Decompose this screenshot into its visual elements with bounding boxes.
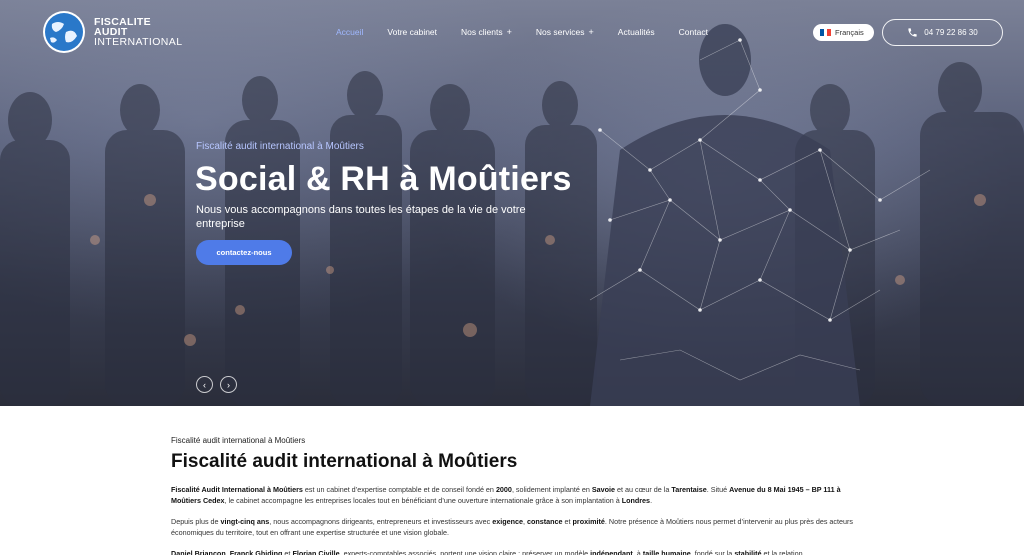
- text-run: est un cabinet d’expertise comptable et …: [302, 485, 496, 494]
- phone-button[interactable]: 04 79 22 86 30: [882, 19, 1003, 46]
- plus-icon: +: [506, 27, 512, 37]
- section-title: Fiscalité audit international à Moûtiers: [171, 451, 518, 472]
- nav-item-label: Accueil: [336, 27, 364, 37]
- bold-run: constance: [526, 517, 563, 526]
- globe-icon: [43, 11, 85, 53]
- bold-run: Daniel Briancon: [171, 549, 226, 555]
- nav-item-nos-services[interactable]: Nos services +: [536, 27, 594, 37]
- bold-run: taille humaine: [642, 549, 691, 555]
- intro-paragraph-1: Fiscalité Audit International à Moûtiers…: [171, 484, 871, 506]
- nav-item-label: Nos clients: [461, 27, 503, 37]
- nav-item-label: Votre cabinet: [387, 27, 438, 37]
- bold-run: Tarentaise: [671, 485, 707, 494]
- phone-number: 04 79 22 86 30: [924, 28, 978, 37]
- nav-item-actualites[interactable]: Actualités: [618, 27, 655, 37]
- bold-run: Franck Ghiding: [229, 549, 283, 555]
- text-run: , fondé sur la: [690, 549, 735, 555]
- hero-kicker: Fiscalité audit international à Moûtiers: [196, 141, 364, 152]
- bold-run: Savoie: [591, 485, 616, 494]
- bold-run: 2000: [495, 485, 512, 494]
- text-run: .: [650, 496, 653, 505]
- text-run: , le cabinet accompagne les entreprises …: [224, 496, 622, 505]
- text-run: Depuis plus de: [171, 517, 221, 526]
- text-run: . Situé: [706, 485, 730, 494]
- text-run: et au cœur de la: [615, 485, 672, 494]
- bold-run: exigence: [492, 517, 523, 526]
- text-run: et: [562, 517, 573, 526]
- nav-item-votre-cabinet[interactable]: Votre cabinet: [387, 27, 437, 37]
- hero-banner: FISCALITE AUDIT INTERNATIONAL Accueil Vo…: [0, 0, 1024, 406]
- hero-title: Social & RH à Moûtiers: [195, 160, 572, 198]
- hero-subtitle: Nous vous accompagnons dans toutes les é…: [196, 204, 526, 230]
- bold-run: stabilité: [734, 549, 762, 555]
- bold-run: proximité: [572, 517, 605, 526]
- bold-run: vingt-cinq ans: [220, 517, 270, 526]
- section-kicker: Fiscalité audit international à Moûtiers: [171, 436, 306, 445]
- nav-item-label: Nos services: [535, 27, 585, 37]
- text-run: , à: [632, 549, 643, 555]
- main-nav: Accueil Votre cabinet Nos clients + Nos …: [336, 27, 732, 37]
- language-selector[interactable]: Français: [813, 24, 874, 41]
- nav-item-label: Contact: [678, 27, 708, 37]
- nav-item-nos-clients[interactable]: Nos clients +: [461, 27, 512, 37]
- plus-icon: +: [588, 27, 594, 37]
- text-run: , experts-comptables associés, portent u…: [339, 549, 591, 555]
- intro-paragraph-3: Daniel Briancon, Franck Ghiding et Flori…: [171, 548, 871, 555]
- france-flag-icon: [820, 29, 832, 36]
- language-label: Français: [835, 28, 864, 37]
- intro-paragraph-2: Depuis plus de vingt-cinq ans, nous acco…: [171, 516, 871, 538]
- chevron-right-icon: ›: [227, 379, 230, 390]
- nav-item-label: Actualités: [617, 27, 655, 37]
- slider-prev-button[interactable]: ‹: [196, 376, 213, 393]
- bold-run: Londres: [621, 496, 651, 505]
- text-run: , solidement implanté en: [511, 485, 592, 494]
- bold-run: Florian Civille: [292, 549, 340, 555]
- bold-run: Fiscalité Audit International à Moûtiers: [171, 485, 303, 494]
- chevron-left-icon: ‹: [203, 379, 206, 390]
- bold-run: indépendant: [590, 549, 633, 555]
- text-run: et: [282, 549, 293, 555]
- logo-line-3: INTERNATIONAL: [94, 36, 183, 48]
- nav-item-contact[interactable]: Contact: [679, 27, 708, 37]
- slider-next-button[interactable]: ›: [220, 376, 237, 393]
- text-run: et la relation: [761, 549, 803, 555]
- contact-us-button[interactable]: contactez-nous: [196, 240, 292, 265]
- phone-icon: [908, 28, 917, 37]
- site-logo[interactable]: FISCALITE AUDIT INTERNATIONAL: [42, 10, 182, 54]
- text-run: , nous accompagnons dirigeants, entrepre…: [269, 517, 493, 526]
- nav-item-accueil[interactable]: Accueil: [336, 27, 363, 37]
